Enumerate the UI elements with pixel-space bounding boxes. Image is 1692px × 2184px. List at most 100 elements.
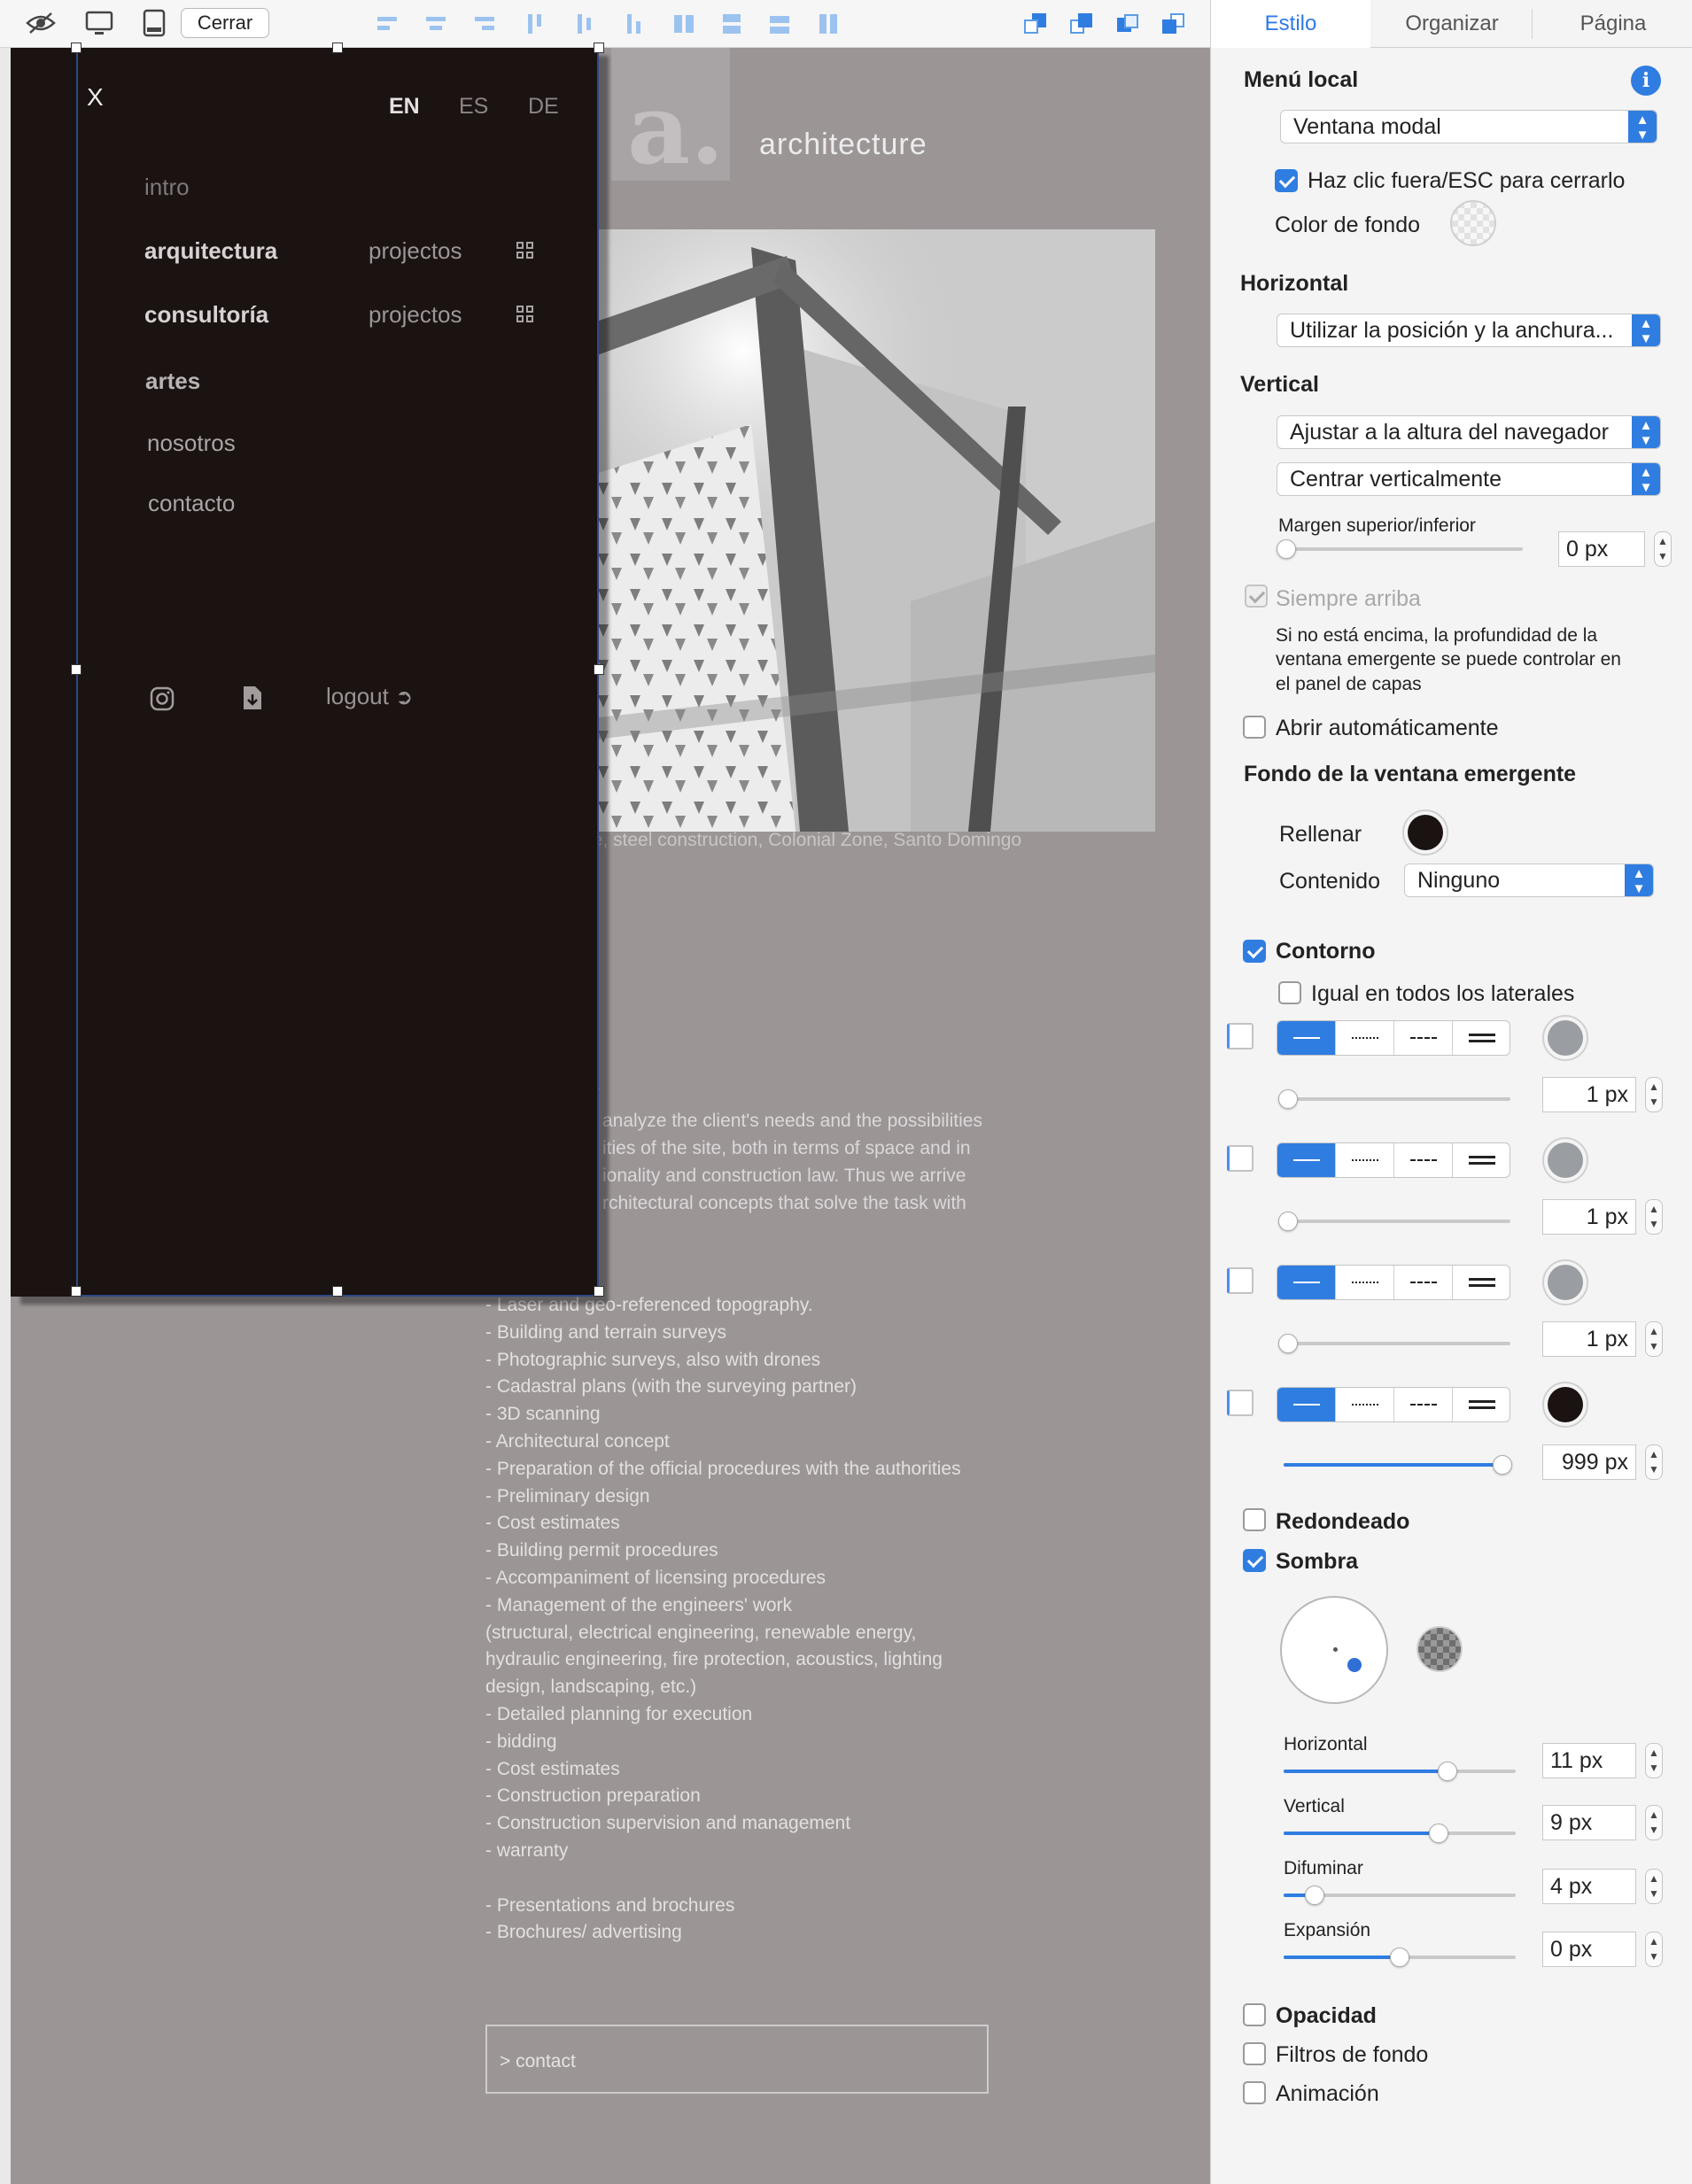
menu-contacto[interactable]: contacto	[148, 490, 235, 517]
same-sides-checkbox[interactable]	[1278, 981, 1301, 1004]
menu-arquitectura-projectos[interactable]: projectos	[369, 237, 462, 265]
modal-close-button[interactable]: X	[87, 83, 104, 112]
dashed-style[interactable]	[1394, 1388, 1453, 1421]
logout-link[interactable]: logout ➲	[326, 683, 413, 710]
border-width-stepper[interactable]: ▲ ▼	[1645, 1077, 1663, 1112]
lang-en[interactable]: EN	[389, 94, 420, 120]
dashed-style[interactable]	[1394, 1021, 1453, 1055]
shadow-vertical-slider[interactable]	[1284, 1832, 1516, 1835]
align-center-icon[interactable]	[423, 12, 448, 36]
solid-style[interactable]	[1277, 1388, 1336, 1421]
shadow-checkbox[interactable]	[1243, 1549, 1266, 1572]
border-width-input[interactable]: 1 px	[1542, 1199, 1636, 1235]
grid-icon[interactable]	[516, 306, 534, 323]
resize-handle[interactable]	[71, 43, 81, 53]
border-style-segment[interactable]	[1277, 1265, 1510, 1300]
bg-filters-checkbox[interactable]	[1243, 2042, 1266, 2065]
spread-knob[interactable]	[1390, 1948, 1409, 1967]
border-width-input[interactable]: 1 px	[1542, 1321, 1636, 1357]
resize-handle[interactable]	[332, 43, 343, 53]
border-width-stepper[interactable]: ▲ ▼	[1645, 1199, 1663, 1235]
shadow-vertical-knob[interactable]	[1429, 1824, 1448, 1843]
lang-de[interactable]: DE	[528, 94, 559, 120]
bring-front-icon[interactable]	[1022, 11, 1049, 37]
tab-estilo[interactable]: Estilo	[1211, 0, 1370, 48]
grid-icon[interactable]	[516, 242, 534, 259]
side-left-checkbox[interactable]	[1227, 1390, 1253, 1416]
fill-color-swatch[interactable]	[1402, 809, 1448, 856]
border-width-knob[interactable]	[1278, 1212, 1298, 1231]
download-file-icon[interactable]	[242, 685, 263, 711]
close-preview-button[interactable]: Cerrar	[181, 8, 269, 38]
align-middle-icon[interactable]	[572, 12, 597, 36]
border-width-input[interactable]: 1 px	[1542, 1077, 1636, 1112]
margin-slider-knob[interactable]	[1277, 539, 1296, 559]
shadow-horizontal-knob[interactable]	[1438, 1762, 1457, 1781]
border-color-swatch[interactable]	[1542, 1259, 1588, 1305]
spread-stepper[interactable]: ▲ ▼	[1645, 1932, 1663, 1967]
border-width-slider[interactable]	[1284, 1220, 1510, 1223]
menu-consultoria[interactable]: consultoría	[144, 301, 268, 329]
tablet-icon[interactable]	[138, 9, 170, 37]
hide-icon[interactable]	[25, 9, 57, 37]
blur-knob[interactable]	[1305, 1886, 1324, 1905]
double-style[interactable]	[1453, 1143, 1510, 1177]
send-back-icon[interactable]	[1160, 11, 1187, 37]
side-top-checkbox[interactable]	[1227, 1023, 1253, 1049]
blur-input[interactable]: 4 px	[1542, 1869, 1636, 1904]
distribute-v-icon[interactable]	[719, 12, 744, 36]
border-style-segment[interactable]	[1277, 1020, 1510, 1056]
instagram-icon[interactable]	[150, 686, 175, 711]
dotted-style[interactable]	[1336, 1021, 1394, 1055]
double-style[interactable]	[1453, 1266, 1510, 1299]
shadow-horizontal-slider[interactable]	[1284, 1770, 1516, 1773]
solid-style[interactable]	[1277, 1021, 1336, 1055]
click-outside-checkbox[interactable]	[1275, 169, 1298, 192]
vertical-select[interactable]: Ajustar a la altura del navegador ▲ ▼	[1277, 415, 1661, 449]
bg-color-swatch[interactable]	[1450, 200, 1496, 246]
align-top-icon[interactable]	[523, 12, 547, 36]
send-backward-icon[interactable]	[1114, 11, 1141, 37]
resize-handle[interactable]	[594, 43, 604, 53]
shadow-horizontal-input[interactable]: 11 px	[1542, 1743, 1636, 1778]
animation-checkbox[interactable]	[1243, 2081, 1266, 2104]
distribute-h-icon[interactable]	[671, 12, 696, 36]
always-top-checkbox[interactable]	[1245, 585, 1268, 608]
shadow-horizontal-stepper[interactable]: ▲ ▼	[1645, 1743, 1663, 1778]
tab-pagina[interactable]: Página	[1533, 0, 1692, 48]
info-icon[interactable]: i	[1631, 66, 1661, 96]
dashed-style[interactable]	[1394, 1143, 1453, 1177]
shadow-direction-dial[interactable]	[1280, 1596, 1388, 1704]
tab-organizar[interactable]: Organizar	[1372, 0, 1532, 48]
bring-forward-icon[interactable]	[1068, 11, 1095, 37]
match-height-icon[interactable]	[815, 12, 840, 36]
side-right-checkbox[interactable]	[1227, 1145, 1253, 1172]
menu-nosotros[interactable]: nosotros	[147, 430, 236, 457]
margin-stepper[interactable]: ▲ ▼	[1654, 531, 1672, 567]
rounded-checkbox[interactable]	[1243, 1508, 1266, 1531]
dotted-style[interactable]	[1336, 1266, 1394, 1299]
align-right-icon[interactable]	[471, 12, 496, 36]
resize-handle[interactable]	[594, 664, 604, 675]
horizontal-select[interactable]: Utilizar la posición y la anchura... ▲ ▼	[1277, 314, 1661, 347]
border-width-stepper[interactable]: ▲ ▼	[1645, 1444, 1663, 1480]
resize-handle[interactable]	[332, 1286, 343, 1297]
border-color-swatch[interactable]	[1542, 1137, 1588, 1183]
border-color-swatch[interactable]	[1542, 1382, 1588, 1428]
resize-handle[interactable]	[71, 664, 81, 675]
border-checkbox[interactable]	[1243, 940, 1266, 963]
margin-input[interactable]: 0 px	[1558, 531, 1645, 567]
border-width-slider[interactable]	[1284, 1342, 1510, 1345]
solid-style[interactable]	[1277, 1143, 1336, 1177]
auto-open-checkbox[interactable]	[1243, 716, 1266, 739]
shadow-vertical-stepper[interactable]: ▲ ▼	[1645, 1805, 1663, 1840]
margin-slider[interactable]	[1284, 547, 1523, 551]
match-width-icon[interactable]	[767, 12, 792, 36]
double-style[interactable]	[1453, 1021, 1510, 1055]
blur-stepper[interactable]: ▲ ▼	[1645, 1869, 1663, 1904]
align-bottom-icon[interactable]	[622, 12, 647, 36]
menu-artes[interactable]: artes	[145, 368, 200, 395]
desktop-icon[interactable]	[83, 9, 115, 37]
menu-arquitectura[interactable]: arquitectura	[144, 237, 277, 265]
menu-consultoria-projectos[interactable]: projectos	[369, 301, 462, 329]
